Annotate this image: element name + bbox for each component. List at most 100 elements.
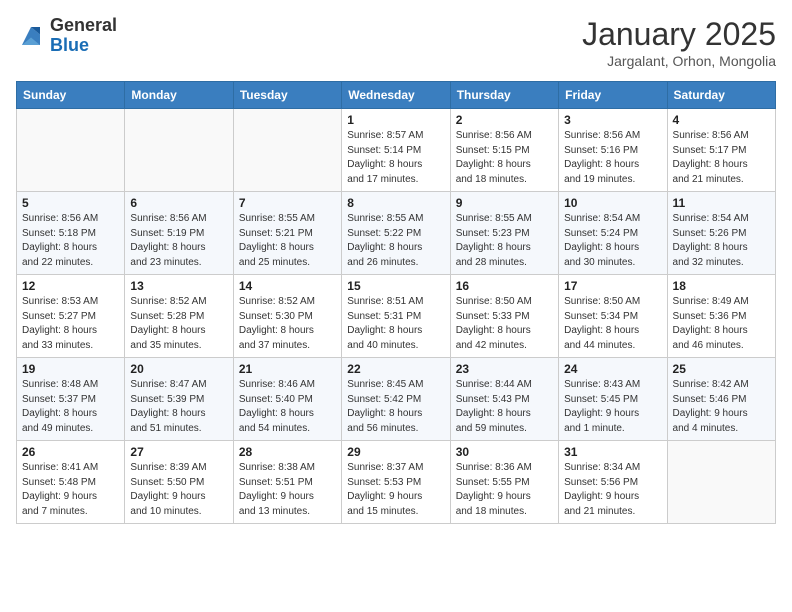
day-number: 30 [456,445,553,459]
day-number: 25 [673,362,770,376]
month-title: January 2025 [582,16,776,53]
calendar-cell: 16Sunrise: 8:50 AM Sunset: 5:33 PM Dayli… [450,275,558,358]
calendar-cell [17,109,125,192]
calendar-header: SundayMondayTuesdayWednesdayThursdayFrid… [17,82,776,109]
week-row-1: 1Sunrise: 8:57 AM Sunset: 5:14 PM Daylig… [17,109,776,192]
day-info: Sunrise: 8:49 AM Sunset: 5:36 PM Dayligh… [673,295,770,353]
day-number: 12 [22,279,119,293]
day-number: 14 [239,279,336,293]
calendar-cell: 31 Sunrise: 8:34 AM Sunset: 5:56 PM Dayli… [559,441,667,524]
calendar-cell: 17 Sunrise: 8:50 AM Sunset: 5:34 PM Dayli… [559,275,667,358]
calendar-cell: 2Sunrise: 8:56 AM Sunset: 5:15 PM Daylig… [450,109,558,192]
weekday-header-wednesday: Wednesday [342,82,450,109]
calendar-cell: 13 Sunrise: 8:52 AM Sunset: 5:28 PM Dayli… [125,275,233,358]
calendar-cell: 10 Sunrise: 8:54 AM Sunset: 5:24 PM Dayli… [559,192,667,275]
day-number: 22 [347,362,444,376]
day-number: 29 [347,445,444,459]
day-number: 15 [347,279,444,293]
day-info: Sunrise: 8:42 AM Sunset: 5:46 PM Dayligh… [673,378,770,436]
week-row-4: 19 Sunrise: 8:48 AM Sunset: 5:37 PM Dayli… [17,358,776,441]
day-number: 11 [673,196,770,210]
day-info: Sunrise: 8:36 AM Sunset: 5:55 PM Dayligh… [456,461,553,519]
calendar-cell: 25 Sunrise: 8:42 AM Sunset: 5:46 PM Dayli… [667,358,775,441]
calendar-cell: 14 Sunrise: 8:52 AM Sunset: 5:30 PM Dayli… [233,275,341,358]
week-row-3: 12 Sunrise: 8:53 AM Sunset: 5:27 PM Dayli… [17,275,776,358]
day-info: Sunrise: 8:39 AM Sunset: 5:50 PM Dayligh… [130,461,227,519]
day-number: 28 [239,445,336,459]
weekday-header-monday: Monday [125,82,233,109]
day-number: 16 [456,279,553,293]
day-info: Sunrise: 8:54 AM Sunset: 5:26 PM Dayligh… [673,212,770,270]
day-info: Sunrise: 8:56 AM Sunset: 5:17 PM Dayligh… [673,129,770,187]
calendar-cell: 24 Sunrise: 8:43 AM Sunset: 5:45 PM Dayli… [559,358,667,441]
calendar-cell: 12 Sunrise: 8:53 AM Sunset: 5:27 PM Dayli… [17,275,125,358]
calendar-cell: 26 Sunrise: 8:41 AM Sunset: 5:48 PM Dayli… [17,441,125,524]
calendar-cell [233,109,341,192]
day-number: 9 [456,196,553,210]
day-number: 19 [22,362,119,376]
day-info: Sunrise: 8:52 AM Sunset: 5:28 PM Dayligh… [130,295,227,353]
calendar-cell: 19 Sunrise: 8:48 AM Sunset: 5:37 PM Dayli… [17,358,125,441]
day-number: 5 [22,196,119,210]
day-number: 7 [239,196,336,210]
calendar-cell: 5Sunrise: 8:56 AM Sunset: 5:18 PM Daylig… [17,192,125,275]
day-info: Sunrise: 8:43 AM Sunset: 5:45 PM Dayligh… [564,378,661,436]
calendar-cell: 11 Sunrise: 8:54 AM Sunset: 5:26 PM Dayli… [667,192,775,275]
calendar-cell: 21Sunrise: 8:46 AM Sunset: 5:40 PM Dayli… [233,358,341,441]
day-info: Sunrise: 8:55 AM Sunset: 5:21 PM Dayligh… [239,212,336,270]
calendar-cell: 15Sunrise: 8:51 AM Sunset: 5:31 PM Dayli… [342,275,450,358]
calendar-cell: 6 Sunrise: 8:56 AM Sunset: 5:19 PM Daylig… [125,192,233,275]
calendar-cell: 20Sunrise: 8:47 AM Sunset: 5:39 PM Dayli… [125,358,233,441]
weekday-header-tuesday: Tuesday [233,82,341,109]
logo-icon [16,21,46,51]
day-number: 24 [564,362,661,376]
calendar-cell [667,441,775,524]
day-number: 6 [130,196,227,210]
calendar-cell: 9 Sunrise: 8:55 AM Sunset: 5:23 PM Daylig… [450,192,558,275]
logo-text: General Blue [50,16,117,56]
day-info: Sunrise: 8:45 AM Sunset: 5:42 PM Dayligh… [347,378,444,436]
day-number: 17 [564,279,661,293]
day-info: Sunrise: 8:46 AM Sunset: 5:40 PM Dayligh… [239,378,336,436]
day-info: Sunrise: 8:56 AM Sunset: 5:19 PM Dayligh… [130,212,227,270]
calendar-cell: 28 Sunrise: 8:38 AM Sunset: 5:51 PM Dayli… [233,441,341,524]
calendar-cell: 1Sunrise: 8:57 AM Sunset: 5:14 PM Daylig… [342,109,450,192]
day-info: Sunrise: 8:55 AM Sunset: 5:23 PM Dayligh… [456,212,553,270]
day-number: 31 [564,445,661,459]
day-info: Sunrise: 8:56 AM Sunset: 5:15 PM Dayligh… [456,129,553,187]
week-row-5: 26 Sunrise: 8:41 AM Sunset: 5:48 PM Dayli… [17,441,776,524]
calendar-body: 1Sunrise: 8:57 AM Sunset: 5:14 PM Daylig… [17,109,776,524]
weekday-header-sunday: Sunday [17,82,125,109]
day-number: 13 [130,279,227,293]
calendar-table: SundayMondayTuesdayWednesdayThursdayFrid… [16,81,776,524]
day-info: Sunrise: 8:47 AM Sunset: 5:39 PM Dayligh… [130,378,227,436]
calendar-cell: 23 Sunrise: 8:44 AM Sunset: 5:43 PM Dayli… [450,358,558,441]
calendar-cell: 18 Sunrise: 8:49 AM Sunset: 5:36 PM Dayli… [667,275,775,358]
day-info: Sunrise: 8:56 AM Sunset: 5:16 PM Dayligh… [564,129,661,187]
day-number: 23 [456,362,553,376]
day-info: Sunrise: 8:52 AM Sunset: 5:30 PM Dayligh… [239,295,336,353]
day-info: Sunrise: 8:44 AM Sunset: 5:43 PM Dayligh… [456,378,553,436]
calendar-cell: 3 Sunrise: 8:56 AM Sunset: 5:16 PM Daylig… [559,109,667,192]
calendar-cell: 30 Sunrise: 8:36 AM Sunset: 5:55 PM Dayli… [450,441,558,524]
day-info: Sunrise: 8:41 AM Sunset: 5:48 PM Dayligh… [22,461,119,519]
calendar-cell: 22 Sunrise: 8:45 AM Sunset: 5:42 PM Dayli… [342,358,450,441]
day-info: Sunrise: 8:50 AM Sunset: 5:34 PM Dayligh… [564,295,661,353]
day-info: Sunrise: 8:38 AM Sunset: 5:51 PM Dayligh… [239,461,336,519]
day-number: 26 [22,445,119,459]
day-info: Sunrise: 8:57 AM Sunset: 5:14 PM Dayligh… [347,129,444,187]
day-info: Sunrise: 8:34 AM Sunset: 5:56 PM Dayligh… [564,461,661,519]
day-number: 10 [564,196,661,210]
day-info: Sunrise: 8:53 AM Sunset: 5:27 PM Dayligh… [22,295,119,353]
day-info: Sunrise: 8:48 AM Sunset: 5:37 PM Dayligh… [22,378,119,436]
weekday-header-thursday: Thursday [450,82,558,109]
day-info: Sunrise: 8:37 AM Sunset: 5:53 PM Dayligh… [347,461,444,519]
logo: General Blue [16,16,117,56]
weekday-header-friday: Friday [559,82,667,109]
calendar-cell [125,109,233,192]
calendar-cell: 27Sunrise: 8:39 AM Sunset: 5:50 PM Dayli… [125,441,233,524]
day-info: Sunrise: 8:54 AM Sunset: 5:24 PM Dayligh… [564,212,661,270]
day-number: 18 [673,279,770,293]
day-number: 8 [347,196,444,210]
day-number: 3 [564,113,661,127]
